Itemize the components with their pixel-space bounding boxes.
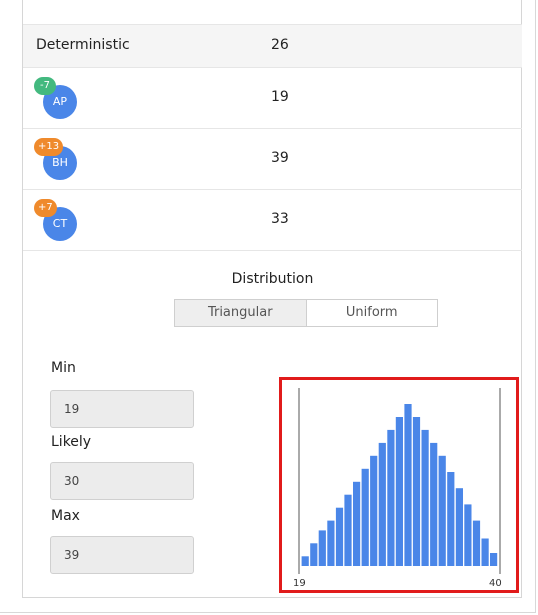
delta-badge: +13 <box>34 138 64 156</box>
estimate-value: 33 <box>271 211 289 227</box>
histogram-bar <box>327 520 335 566</box>
deterministic-value: 26 <box>271 37 289 53</box>
deterministic-row: Deterministic 26 <box>23 24 522 68</box>
estimate-row: BH +13 39 <box>23 129 522 190</box>
max-field[interactable] <box>50 536 194 574</box>
histogram-bar <box>344 494 352 566</box>
distribution-title: Distribution <box>231 271 314 287</box>
delta-badge: -7 <box>34 77 56 95</box>
histogram-bar <box>481 538 489 566</box>
histogram-bar <box>472 520 481 566</box>
x-min-tick-label: 19 <box>293 578 306 589</box>
likely-label: Likely <box>51 434 92 450</box>
histogram-bar <box>353 481 361 566</box>
histogram-bar <box>370 455 378 566</box>
uniform-option[interactable]: Uniform <box>307 300 438 326</box>
histogram-bar <box>310 543 318 566</box>
estimate-row: AP -7 19 <box>23 68 522 129</box>
triangular-option[interactable]: Triangular <box>175 300 307 326</box>
distribution-chart: 19 40 <box>279 377 519 593</box>
histogram-bar <box>455 488 463 566</box>
x-max-tick-label: 40 <box>489 578 502 589</box>
deterministic-label: Deterministic <box>36 37 130 53</box>
estimate-panel: Deterministic 26 AP -7 19 BH +13 39 CT +… <box>22 0 522 598</box>
histogram-bar <box>490 553 498 566</box>
likely-field[interactable] <box>50 462 194 500</box>
histogram-bar <box>412 417 421 566</box>
estimate-value: 39 <box>271 150 289 166</box>
max-label: Max <box>51 508 80 524</box>
histogram-bar <box>318 530 326 566</box>
distribution-toggle: Triangular Uniform <box>174 299 438 327</box>
histogram-bar <box>301 556 309 566</box>
histogram-bar <box>464 504 472 566</box>
delta-badge: +7 <box>34 199 57 217</box>
histogram-bar <box>438 455 446 566</box>
histogram-bar <box>447 472 455 566</box>
histogram-bar <box>421 429 429 566</box>
histogram-bar <box>430 442 438 566</box>
histogram-bar <box>395 417 403 566</box>
estimate-row: CT +7 33 <box>23 190 522 251</box>
min-field[interactable] <box>50 390 194 428</box>
histogram-bar <box>387 429 395 566</box>
histogram-bar <box>361 468 369 566</box>
histogram-svg: 19 40 <box>293 388 502 589</box>
histogram-bar <box>335 507 344 566</box>
histogram-bar <box>404 404 412 566</box>
estimate-value: 19 <box>271 89 289 105</box>
min-label: Min <box>51 360 76 376</box>
histogram-bar <box>378 442 386 566</box>
